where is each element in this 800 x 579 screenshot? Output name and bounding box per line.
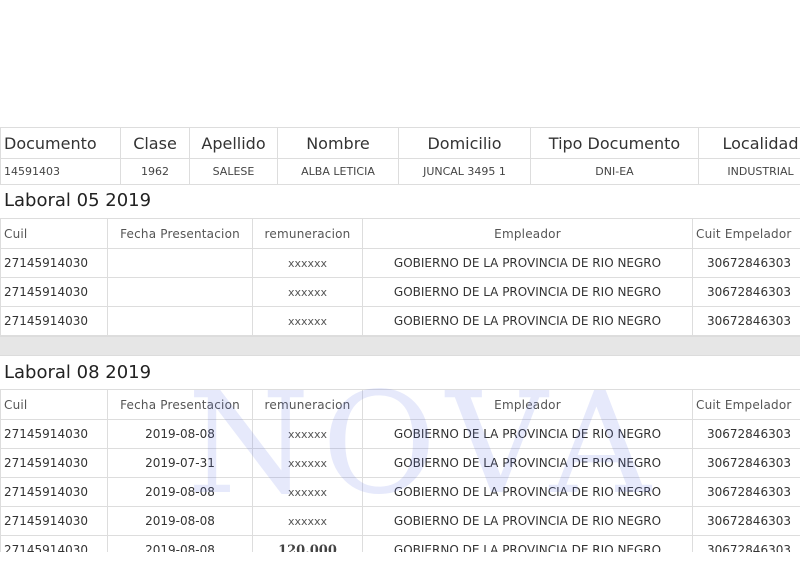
- laboral-08-table: Cuil Fecha Presentacion remuneracion Emp…: [0, 389, 800, 552]
- documento-value: 14591403: [0, 158, 121, 185]
- fecha-cell: [107, 277, 253, 307]
- col-header-apellido: Apellido: [189, 127, 278, 159]
- col-header-cuit-empleador: Cuit Empelador: [692, 389, 800, 420]
- col-header-clase: Clase: [120, 127, 190, 159]
- table-row: 27145914030 2019-07-31 xxxxxx GOBIERNO D…: [0, 448, 800, 478]
- cuit-empleador-cell: 30672846303: [692, 506, 800, 536]
- domicilio-value: JUNCAL 3495 1: [398, 158, 531, 185]
- clase-value: 1962: [120, 158, 190, 185]
- cuil-cell: 27145914030: [0, 506, 108, 536]
- fecha-cell: 2019-07-31: [107, 448, 253, 478]
- empleador-cell: GOBIERNO DE LA PROVINCIA DE RIO NEGRO: [362, 277, 693, 307]
- person-table: Documento Clase Apellido Nombre Domicili…: [0, 127, 800, 185]
- col-header-empleador: Empleador: [362, 218, 693, 249]
- tipo-documento-value: DNI-EA: [530, 158, 699, 185]
- cuil-cell: 27145914030: [0, 448, 108, 478]
- section-title-laboral-08: Laboral 08 2019: [4, 362, 152, 383]
- fecha-cell: [107, 306, 253, 336]
- cuit-empleador-cell: 30672846303: [692, 535, 800, 552]
- empleador-cell: GOBIERNO DE LA PROVINCIA DE RIO NEGRO: [362, 535, 693, 552]
- remuneracion-cell: xxxxxx: [252, 506, 363, 536]
- col-header-remuneracion: remuneracion: [252, 389, 363, 420]
- table-row: 27145914030 2019-08-08 xxxxxx GOBIERNO D…: [0, 419, 800, 449]
- remuneracion-cell: xxxxxx: [252, 448, 363, 478]
- remuneracion-cell: 120.000: [252, 535, 363, 552]
- top-blank-area: [0, 0, 800, 127]
- col-header-fecha-presentacion: Fecha Presentacion: [107, 389, 253, 420]
- empleador-cell: GOBIERNO DE LA PROVINCIA DE RIO NEGRO: [362, 477, 693, 507]
- fecha-cell: 2019-08-08: [107, 535, 253, 552]
- cuil-cell: 27145914030: [0, 535, 108, 552]
- col-header-cuil: Cuil: [0, 218, 108, 249]
- col-header-documento: Documento: [0, 127, 121, 159]
- person-header-row: Documento Clase Apellido Nombre Domicili…: [0, 127, 800, 159]
- section-title-laboral-05: Laboral 05 2019: [4, 190, 152, 211]
- cuil-cell: 27145914030: [0, 277, 108, 307]
- remuneracion-cell: xxxxxx: [252, 477, 363, 507]
- empleador-cell: GOBIERNO DE LA PROVINCIA DE RIO NEGRO: [362, 506, 693, 536]
- remuneracion-cell: xxxxxx: [252, 277, 363, 307]
- col-header-domicilio: Domicilio: [398, 127, 531, 159]
- cuit-empleador-cell: 30672846303: [692, 477, 800, 507]
- fecha-cell: 2019-08-08: [107, 506, 253, 536]
- cuit-empleador-cell: 30672846303: [692, 248, 800, 278]
- col-header-tipo-documento: Tipo Documento: [530, 127, 699, 159]
- table-row: 27145914030 2019-08-08 xxxxxx GOBIERNO D…: [0, 477, 800, 507]
- cuit-empleador-cell: 30672846303: [692, 448, 800, 478]
- bottom-blank-area: [0, 552, 800, 579]
- cuil-cell: 27145914030: [0, 306, 108, 336]
- col-header-empleador: Empleador: [362, 389, 693, 420]
- table-row: 27145914030 2019-08-08 120.000 GOBIERNO …: [0, 535, 800, 552]
- laboral-08-header-row: Cuil Fecha Presentacion remuneracion Emp…: [0, 389, 800, 420]
- remuneracion-cell: xxxxxx: [252, 419, 363, 449]
- cuit-empleador-cell: 30672846303: [692, 277, 800, 307]
- fecha-cell: [107, 248, 253, 278]
- laboral-05-header-row: Cuil Fecha Presentacion remuneracion Emp…: [0, 218, 800, 249]
- empleador-cell: GOBIERNO DE LA PROVINCIA DE RIO NEGRO: [362, 306, 693, 336]
- apellido-value: SALESE: [189, 158, 278, 185]
- col-header-fecha-presentacion: Fecha Presentacion: [107, 218, 253, 249]
- section-divider: [0, 336, 800, 356]
- table-row: 27145914030 xxxxxx GOBIERNO DE LA PROVIN…: [0, 277, 800, 307]
- fecha-cell: 2019-08-08: [107, 477, 253, 507]
- col-header-cuit-empleador: Cuit Empelador: [692, 218, 800, 249]
- col-header-remuneracion: remuneracion: [252, 218, 363, 249]
- laboral-05-table: Cuil Fecha Presentacion remuneracion Emp…: [0, 218, 800, 336]
- table-row: 27145914030 xxxxxx GOBIERNO DE LA PROVIN…: [0, 248, 800, 278]
- col-header-localidad: Localidad: [698, 127, 800, 159]
- empleador-cell: GOBIERNO DE LA PROVINCIA DE RIO NEGRO: [362, 248, 693, 278]
- person-data-row: 14591403 1962 SALESE ALBA LETICIA JUNCAL…: [0, 158, 800, 185]
- fecha-cell: 2019-08-08: [107, 419, 253, 449]
- cuil-cell: 27145914030: [0, 419, 108, 449]
- cuil-cell: 27145914030: [0, 477, 108, 507]
- cuit-empleador-cell: 30672846303: [692, 306, 800, 336]
- remuneracion-cell: xxxxxx: [252, 306, 363, 336]
- localidad-value: INDUSTRIAL: [698, 158, 800, 185]
- report-content: Documento Clase Apellido Nombre Domicili…: [0, 127, 800, 552]
- table-row: 27145914030 xxxxxx GOBIERNO DE LA PROVIN…: [0, 306, 800, 336]
- empleador-cell: GOBIERNO DE LA PROVINCIA DE RIO NEGRO: [362, 448, 693, 478]
- table-row: 27145914030 2019-08-08 xxxxxx GOBIERNO D…: [0, 506, 800, 536]
- empleador-cell: GOBIERNO DE LA PROVINCIA DE RIO NEGRO: [362, 419, 693, 449]
- nombre-value: ALBA LETICIA: [277, 158, 399, 185]
- col-header-cuil: Cuil: [0, 389, 108, 420]
- cuil-cell: 27145914030: [0, 248, 108, 278]
- cuit-empleador-cell: 30672846303: [692, 419, 800, 449]
- col-header-nombre: Nombre: [277, 127, 399, 159]
- remuneracion-cell: xxxxxx: [252, 248, 363, 278]
